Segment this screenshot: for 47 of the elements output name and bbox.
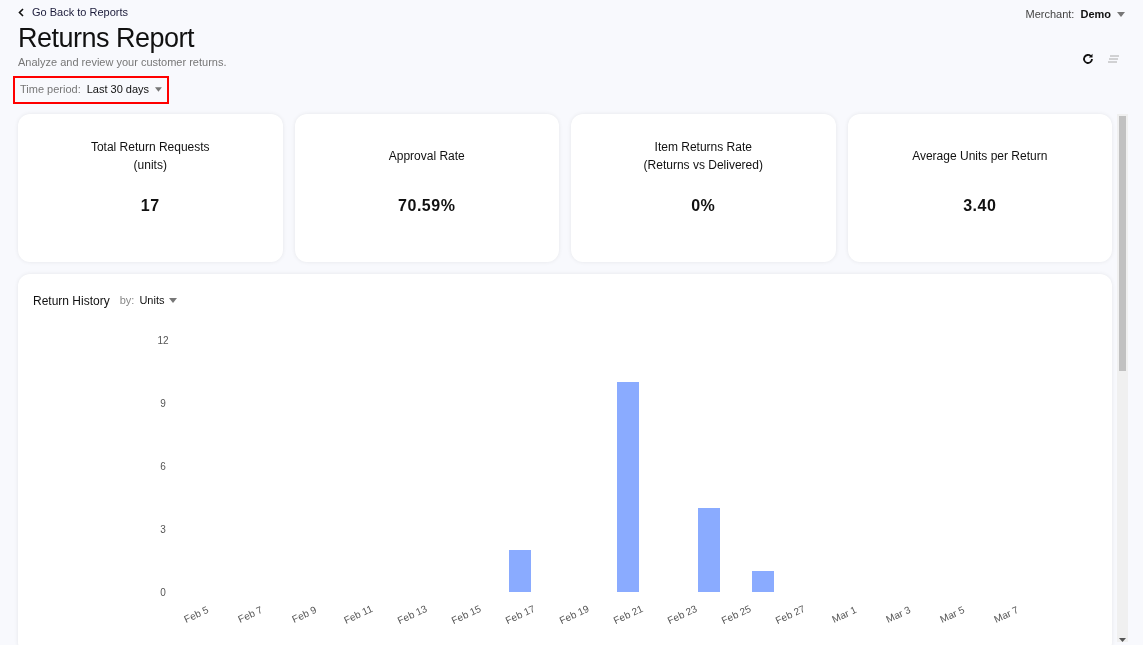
axis-tick-label: Feb 13 [395, 602, 429, 626]
axis-tick-label: 9 [160, 397, 166, 409]
stat-value: 0% [691, 195, 716, 216]
axis-tick-label: Feb 23 [665, 602, 699, 626]
stat-value: 3.40 [963, 195, 997, 216]
axis-tick-label: Mar 3 [884, 603, 913, 625]
merchant-dropdown[interactable]: Merchant: Demo [1025, 6, 1125, 23]
axis-tick-label: 0 [160, 586, 166, 598]
time-period-dropdown[interactable]: Time period: Last 30 days [13, 75, 169, 104]
caret-icon [169, 298, 178, 303]
axis-tick-label: Feb 27 [773, 602, 807, 626]
axis-tick-label: Feb 7 [236, 603, 265, 625]
axis-tick-label: Feb 5 [182, 603, 211, 625]
stat-title: Average Units per Return [912, 147, 1048, 165]
axis-tick-label: 3 [160, 523, 166, 535]
chevron-left-icon [18, 7, 24, 17]
axis-tick-label: Feb 9 [290, 603, 319, 625]
bar [509, 549, 531, 592]
back-link[interactable]: Go Back to Reports [18, 4, 227, 21]
page-title: Returns Report [18, 21, 196, 55]
axis-tick-label: Mar 5 [938, 603, 967, 625]
axis-tick-label: Mar 1 [830, 603, 859, 625]
axis-tick-label: 12 [157, 334, 169, 346]
axis-tick-label: Feb 21 [611, 602, 645, 626]
stat-title: Approval Rate [388, 147, 465, 165]
chart-title: Return History [33, 292, 110, 310]
caret-icon [1117, 11, 1125, 17]
axis-tick-label: Feb 19 [557, 602, 591, 626]
page-subtitle: Analyze and review your customer returns. [18, 54, 227, 69]
group-by-dropdown[interactable]: by: Units [119, 292, 178, 309]
stat-subtitle: (units) [133, 156, 167, 174]
axis-tick-label: 6 [160, 460, 166, 472]
stat-title: Total Return Requests [90, 138, 210, 156]
stat-subtitle: (Returns vs Delivered) [643, 156, 763, 174]
scroll-down-icon[interactable] [1119, 637, 1126, 642]
scrollbar[interactable] [1117, 113, 1128, 642]
axis-tick-label: Feb 11 [342, 602, 375, 626]
axis-tick-label: Feb 15 [449, 602, 483, 626]
stat-title: Item Returns Rate [654, 138, 752, 156]
caret-icon [155, 87, 162, 92]
refresh-icon[interactable] [1082, 52, 1094, 65]
axis-tick-label: Feb 25 [719, 602, 753, 626]
axis-tick-label: Feb 17 [503, 602, 537, 626]
stat-value: 17 [140, 195, 160, 216]
stat-value: 70.59% [398, 195, 456, 216]
axis-tick-label: Mar 7 [992, 603, 1021, 625]
bar [752, 570, 774, 592]
